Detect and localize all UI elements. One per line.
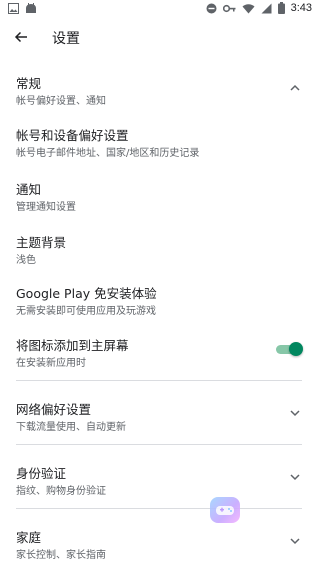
section-title: 家庭 — [16, 530, 42, 545]
divider — [16, 508, 302, 509]
divider — [16, 444, 302, 445]
toolbar: 设置 — [0, 18, 320, 56]
setting-add-icon-home[interactable]: 将图标添加到主屏幕 在安装新应用时 — [0, 332, 320, 370]
item-subtitle: 帐号电子邮件地址、国家/地区和历史记录 — [16, 148, 200, 159]
toggle-thumb — [289, 342, 303, 356]
cell-icon — [261, 3, 272, 13]
setting-notifications[interactable]: 通知 管理通知设置 — [0, 176, 320, 214]
battery-icon — [277, 2, 285, 14]
item-title: Google Play 免安装体验 — [16, 286, 157, 301]
add-icon-toggle[interactable] — [276, 342, 303, 356]
item-subtitle: 管理通知设置 — [16, 202, 76, 213]
section-family-header[interactable]: 家庭 家长控制、家长指南 — [0, 524, 320, 564]
image-icon — [8, 3, 19, 14]
section-general-header[interactable]: 常规 帐号偏好设置、通知 — [0, 70, 320, 110]
status-bar-left — [8, 3, 37, 14]
section-subtitle: 下载流量使用、自动更新 — [16, 422, 126, 433]
game-overlay-icon[interactable] — [210, 497, 240, 523]
section-subtitle: 家长控制、家长指南 — [16, 550, 106, 561]
dnd-icon — [206, 3, 217, 13]
chevron-up-icon — [290, 84, 300, 91]
setting-theme[interactable]: 主题背景 浅色 — [0, 229, 320, 267]
chevron-down-icon — [290, 538, 300, 545]
section-title: 身份验证 — [16, 466, 67, 481]
back-button[interactable] — [8, 24, 34, 50]
item-subtitle: 在安装新应用时 — [16, 358, 86, 369]
arrow-back-icon — [14, 31, 27, 43]
key-icon — [222, 4, 236, 12]
chevron-down-icon — [290, 474, 300, 481]
item-subtitle: 无需安装即可使用应用及玩游戏 — [16, 306, 156, 317]
section-network-header[interactable]: 网络偏好设置 下载流量使用、自动更新 — [0, 396, 320, 436]
section-title: 常规 — [16, 76, 42, 91]
item-title: 主题背景 — [16, 235, 67, 250]
wifi-icon — [242, 3, 255, 13]
android-icon — [26, 3, 36, 13]
section-subtitle: 帐号偏好设置、通知 — [16, 96, 106, 107]
item-title: 将图标添加到主屏幕 — [16, 338, 129, 353]
status-bar: 3:43 — [0, 0, 320, 18]
page-title: 设置 — [52, 31, 80, 47]
status-bar-right: 3:43 — [206, 2, 312, 14]
gamepad-icon — [216, 506, 234, 515]
chevron-down-icon — [290, 410, 300, 417]
item-title: 帐号和设备偏好设置 — [16, 128, 129, 143]
setting-account-device[interactable]: 帐号和设备偏好设置 帐号电子邮件地址、国家/地区和历史记录 — [0, 122, 320, 160]
item-title: 通知 — [16, 182, 42, 197]
section-subtitle: 指纹、购物身份验证 — [16, 486, 106, 497]
divider — [16, 380, 302, 381]
section-title: 网络偏好设置 — [16, 402, 92, 417]
item-subtitle: 浅色 — [16, 255, 36, 266]
setting-instant-apps[interactable]: Google Play 免安装体验 无需安装即可使用应用及玩游戏 — [0, 280, 320, 318]
status-time: 3:43 — [290, 2, 312, 14]
section-auth-header[interactable]: 身份验证 指纹、购物身份验证 — [0, 460, 320, 500]
